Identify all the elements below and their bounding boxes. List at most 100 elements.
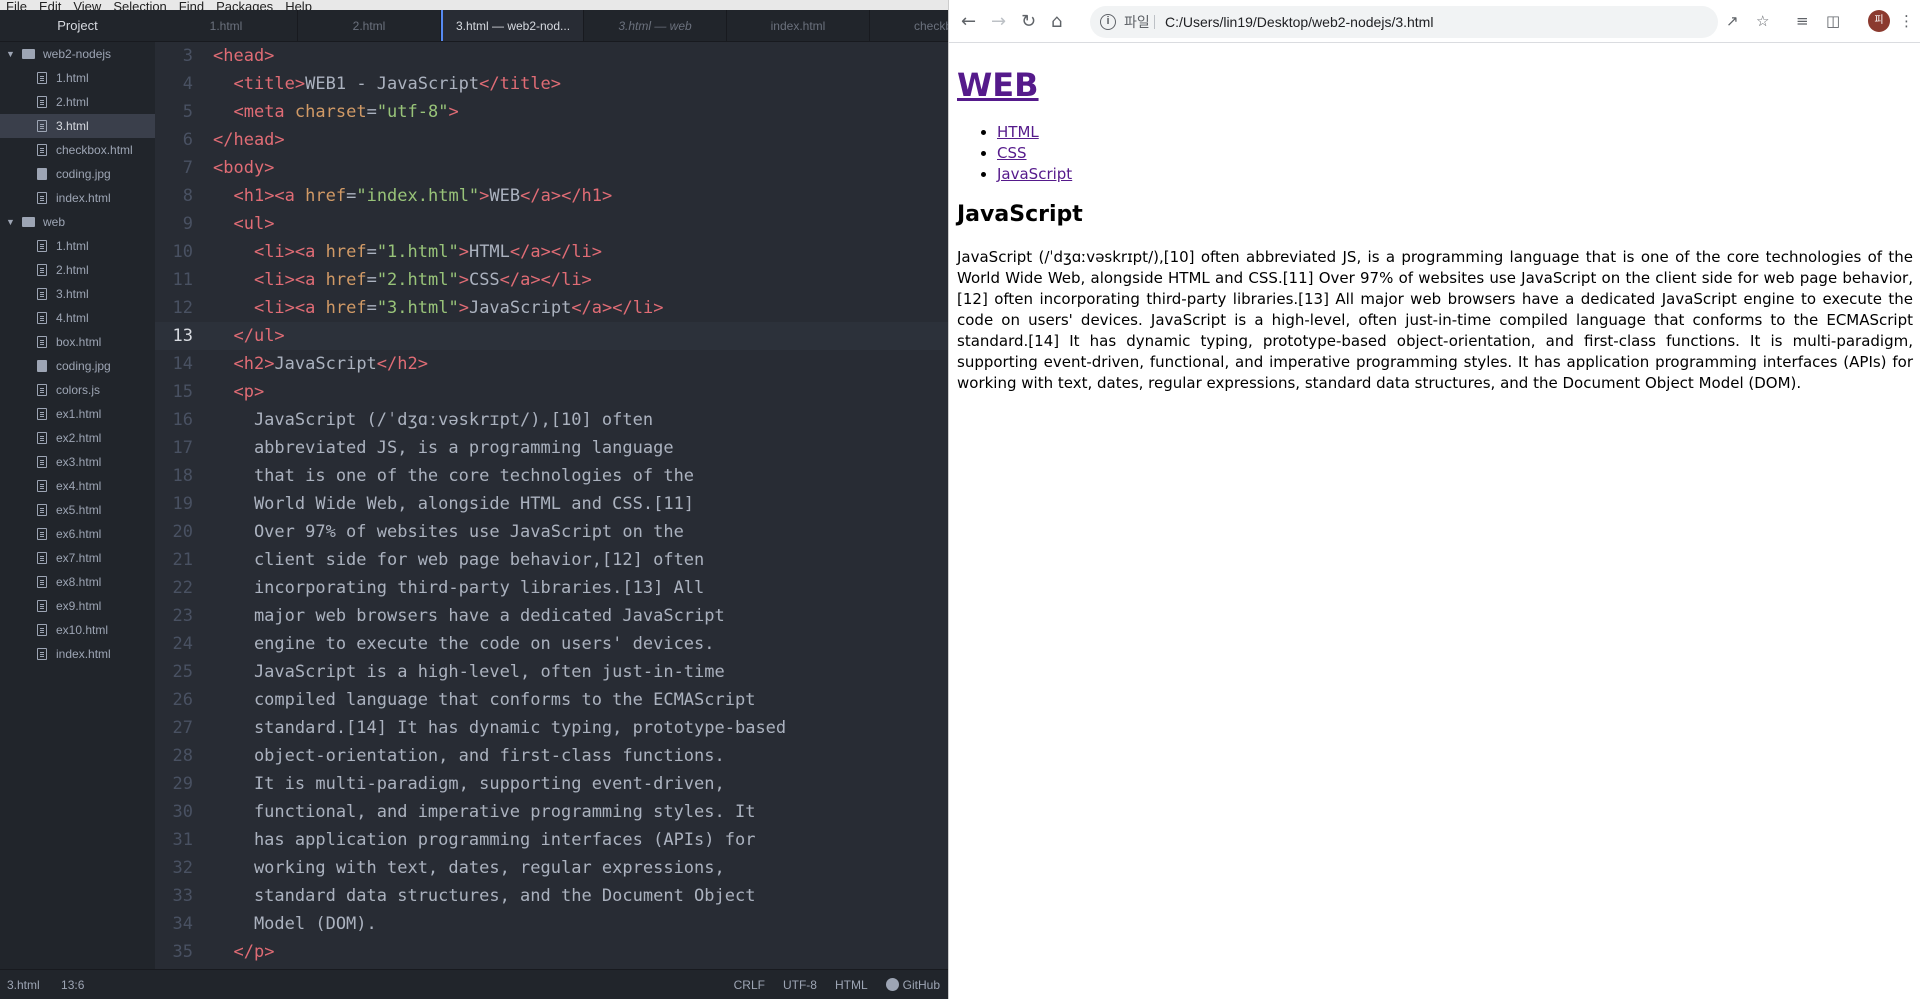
status-line-ending[interactable]: CRLF xyxy=(734,970,765,999)
code-line[interactable]: 32 working with text, dates, regular exp… xyxy=(155,854,948,882)
code-line[interactable]: 10 <li><a href="1.html">HTML</a></li> xyxy=(155,238,948,266)
code-line[interactable]: 9 <ul> xyxy=(155,210,948,238)
code-line[interactable]: 23 major web browsers have a dedicated J… xyxy=(155,602,948,630)
code-line[interactable]: 35 </p> xyxy=(155,938,948,966)
heading-link[interactable]: WEB xyxy=(957,66,1039,104)
code-line[interactable]: 14 <h2>JavaScript</h2> xyxy=(155,350,948,378)
tree-file[interactable]: ex3.html xyxy=(0,450,155,474)
tree-file[interactable]: checkbox.html xyxy=(0,138,155,162)
home-icon[interactable]: ⌂ xyxy=(1051,12,1062,32)
code-line[interactable]: 13 </ul> xyxy=(155,322,948,350)
code-line[interactable]: 15 <p> xyxy=(155,378,948,406)
tree-file[interactable]: ex9.html xyxy=(0,594,155,618)
url-text[interactable]: C:/Users/lin19/Desktop/web2-nodejs/3.htm… xyxy=(1165,6,1433,38)
code-line[interactable]: 18 that is one of the core technologies … xyxy=(155,462,948,490)
code-line[interactable]: 25 JavaScript is a high-level, often jus… xyxy=(155,658,948,686)
status-grammar[interactable]: HTML xyxy=(835,970,868,999)
code-line[interactable]: 6 </head> xyxy=(155,126,948,154)
tree-file[interactable]: coding.jpg xyxy=(0,354,155,378)
code-line[interactable]: 12 <li><a href="3.html">JavaScript</a></… xyxy=(155,294,948,322)
line-number: 7 xyxy=(182,158,193,178)
bookmark-star-icon[interactable]: ☆ xyxy=(1756,12,1769,30)
status-encoding[interactable]: UTF-8 xyxy=(783,970,817,999)
tree-file[interactable]: ex6.html xyxy=(0,522,155,546)
tree-file[interactable]: ex10.html xyxy=(0,618,155,642)
tree-file[interactable]: 1.html xyxy=(0,234,155,258)
status-cursor-position[interactable]: 13:6 xyxy=(61,978,84,992)
tree-file[interactable]: 4.html xyxy=(0,306,155,330)
code-line[interactable]: 7 <body> xyxy=(155,154,948,182)
share-icon[interactable]: ↗ xyxy=(1726,12,1739,30)
tree-file[interactable]: index.html xyxy=(0,186,155,210)
status-file-name[interactable]: 3.html xyxy=(7,978,40,992)
code-line[interactable]: 19 World Wide Web, alongside HTML and CS… xyxy=(155,490,948,518)
reload-icon[interactable]: ↻ xyxy=(1021,12,1036,32)
tree-folder[interactable]: ▼ web2-nodejs xyxy=(0,42,155,66)
tree-file[interactable]: ex8.html xyxy=(0,570,155,594)
code-line[interactable]: 28 object-orientation, and first-class f… xyxy=(155,742,948,770)
editor-tab[interactable]: 3.html — web2-nod... xyxy=(441,10,584,41)
code-line[interactable]: 5 <meta charset="utf-8"> xyxy=(155,98,948,126)
profile-avatar[interactable]: 피 xyxy=(1868,10,1890,32)
tree-file[interactable]: 2.html xyxy=(0,90,155,114)
tree-file[interactable]: ex7.html xyxy=(0,546,155,570)
link-javascript[interactable]: JavaScript xyxy=(997,165,1072,183)
tree-header[interactable]: Project xyxy=(0,10,155,42)
side-panel-icon[interactable]: ◫ xyxy=(1826,12,1840,30)
tree-file[interactable]: box.html xyxy=(0,330,155,354)
tree-file[interactable]: ex4.html xyxy=(0,474,155,498)
tree-file[interactable]: 1.html xyxy=(0,66,155,90)
code-line[interactable]: 16 JavaScript (/ˈdʒɑːvəskrɪpt/),[10] oft… xyxy=(155,406,948,434)
tree-file[interactable]: ex2.html xyxy=(0,426,155,450)
editor-tab[interactable]: 2.html xyxy=(298,10,441,41)
code-line[interactable]: 34 Model (DOM). xyxy=(155,910,948,938)
status-github[interactable]: GitHub xyxy=(885,970,940,999)
menu-item-help[interactable]: Help xyxy=(285,0,312,10)
code-line[interactable]: 17 abbreviated JS, is a programming lang… xyxy=(155,434,948,462)
code-line[interactable]: 33 standard data structures, and the Doc… xyxy=(155,882,948,910)
code-line[interactable]: 11 <li><a href="2.html">CSS</a></li> xyxy=(155,266,948,294)
tree-file[interactable]: index.html xyxy=(0,642,155,666)
more-menu-icon[interactable]: ⋮ xyxy=(1899,12,1914,30)
tree-folder[interactable]: ▼ web xyxy=(0,210,155,234)
code-line[interactable]: 24 engine to execute the code on users' … xyxy=(155,630,948,658)
code-editor[interactable]: 3 <head> 4 <title>WEB1 - JavaScript</title… xyxy=(155,42,948,969)
address-bar[interactable]: i 파일 C:/Users/lin19/Desktop/web2-nodejs/… xyxy=(1090,6,1718,38)
tree-file[interactable]: ex1.html xyxy=(0,402,155,426)
menu-item-file[interactable]: File xyxy=(6,0,27,10)
editor-tab[interactable]: index.html xyxy=(727,10,870,41)
address-divider xyxy=(1154,15,1155,29)
code-line[interactable]: 31 has application programming interface… xyxy=(155,826,948,854)
tree-file[interactable]: 3.html xyxy=(0,282,155,306)
tree-file[interactable]: coding.jpg xyxy=(0,162,155,186)
tree-file[interactable]: ex5.html xyxy=(0,498,155,522)
code-line[interactable]: 3 <head> xyxy=(155,42,948,70)
menu-item-packages[interactable]: Packages xyxy=(216,0,273,10)
code-line[interactable]: 27 standard.[14] It has dynamic typing, … xyxy=(155,714,948,742)
reading-list-icon[interactable]: ≡ xyxy=(1796,12,1809,30)
code-line[interactable]: 26 compiled language that conforms to th… xyxy=(155,686,948,714)
code-line[interactable]: 4 <title>WEB1 - JavaScript</title> xyxy=(155,70,948,98)
tree-file[interactable]: 2.html xyxy=(0,258,155,282)
tree-file[interactable]: colors.js xyxy=(0,378,155,402)
editor-tab[interactable]: checkbox. xyxy=(870,10,948,41)
code-line[interactable]: 21 client side for web page behavior,[12… xyxy=(155,546,948,574)
forward-arrow-icon[interactable]: → xyxy=(991,12,1006,32)
back-arrow-icon[interactable]: ← xyxy=(961,12,976,32)
code-line[interactable]: 22 incorporating third-party libraries.[… xyxy=(155,574,948,602)
menu-item-find[interactable]: Find xyxy=(179,0,204,10)
menu-item-view[interactable]: View xyxy=(73,0,101,10)
editor-tab[interactable]: 3.html — web xyxy=(584,10,727,41)
code-line[interactable]: 20 Over 97% of websites use JavaScript o… xyxy=(155,518,948,546)
editor-tab[interactable]: 1.html xyxy=(155,10,298,41)
code-line[interactable]: 8 <h1><a href="index.html">WEB</a></h1> xyxy=(155,182,948,210)
menu-item-edit[interactable]: Edit xyxy=(39,0,61,10)
link-html[interactable]: HTML xyxy=(997,123,1039,141)
code-token: functional, and imperative programming s… xyxy=(213,802,756,822)
code-line[interactable]: 29 It is multi-paradigm, supporting even… xyxy=(155,770,948,798)
code-line[interactable]: 30 functional, and imperative programmin… xyxy=(155,798,948,826)
menu-item-selection[interactable]: Selection xyxy=(113,0,166,10)
link-css[interactable]: CSS xyxy=(997,144,1027,162)
tree-file[interactable]: 3.html xyxy=(0,114,155,138)
info-icon[interactable]: i xyxy=(1100,14,1116,30)
